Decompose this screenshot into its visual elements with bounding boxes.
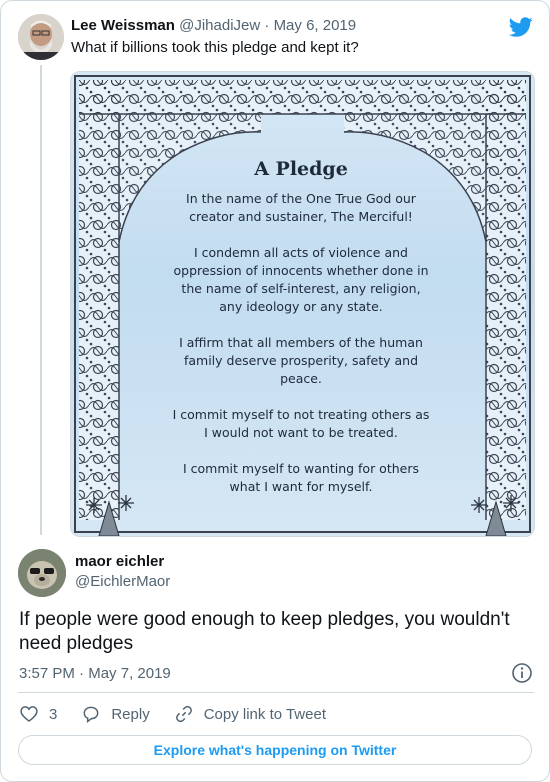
twitter-bird-icon[interactable] <box>509 15 533 39</box>
pledge-image[interactable]: A Pledge In the name of the One True God… <box>70 71 535 537</box>
tweet-date: May 7, 2019 <box>88 665 171 682</box>
pledge-paragraph: I commit myself to not treating others a… <box>172 407 430 440</box>
pledge-paragraph: I condemn all acts of violence and oppre… <box>173 245 429 314</box>
reply-bubble-icon <box>83 706 99 724</box>
meta-separator: · <box>79 665 85 682</box>
pledge-paragraph: I affirm that all members of the human f… <box>179 335 423 386</box>
parent-separator: · <box>264 17 270 34</box>
heart-icon <box>20 706 38 723</box>
pledge-text-block: A Pledge In the name of the One True God… <box>171 160 431 514</box>
tweet-actions: 3 Reply Copy link to Tweet <box>19 704 350 724</box>
main-author-handle[interactable]: @EichlerMaor <box>75 573 170 590</box>
divider <box>18 692 534 693</box>
reply-button[interactable]: Reply <box>81 704 150 724</box>
like-button[interactable]: 3 <box>19 704 57 724</box>
embedded-tweet-card: Lee Weissman @JihadiJew · May 6, 2019 Wh… <box>0 0 550 782</box>
main-tweet-text: If people were good enough to keep pledg… <box>19 609 510 654</box>
parent-tweet-text: What if billions took this pledge and ke… <box>71 39 359 56</box>
info-icon[interactable] <box>511 662 533 684</box>
parent-author-handle[interactable]: @JihadiJew <box>179 17 260 34</box>
tweet-time: 3:57 PM <box>19 665 75 682</box>
tweet-timestamp[interactable]: 3:57 PM · May 7, 2019 <box>19 665 171 682</box>
parent-tweet-header: Lee Weissman @JihadiJew · May 6, 2019 <box>71 17 356 34</box>
thread-connector-line <box>40 65 42 535</box>
like-count: 3 <box>49 705 58 723</box>
reply-label: Reply <box>111 705 150 723</box>
pledge-paragraph: In the name of the One True God our crea… <box>186 191 416 224</box>
parent-author-avatar[interactable] <box>18 14 64 60</box>
explore-twitter-button[interactable]: Explore what's happening on Twitter <box>18 735 532 765</box>
link-icon <box>175 705 192 723</box>
main-author-name[interactable]: maor eichler <box>75 553 164 570</box>
copy-link-label: Copy link to Tweet <box>203 705 326 723</box>
main-author-avatar[interactable] <box>18 549 66 597</box>
copy-link-button[interactable]: Copy link to Tweet <box>174 704 326 724</box>
parent-tweet-date[interactable]: May 6, 2019 <box>274 17 357 34</box>
pledge-paragraph: I commit myself to wanting for others wh… <box>182 461 419 494</box>
pledge-title: A Pledge <box>254 158 348 180</box>
parent-author-name[interactable]: Lee Weissman <box>71 17 175 34</box>
